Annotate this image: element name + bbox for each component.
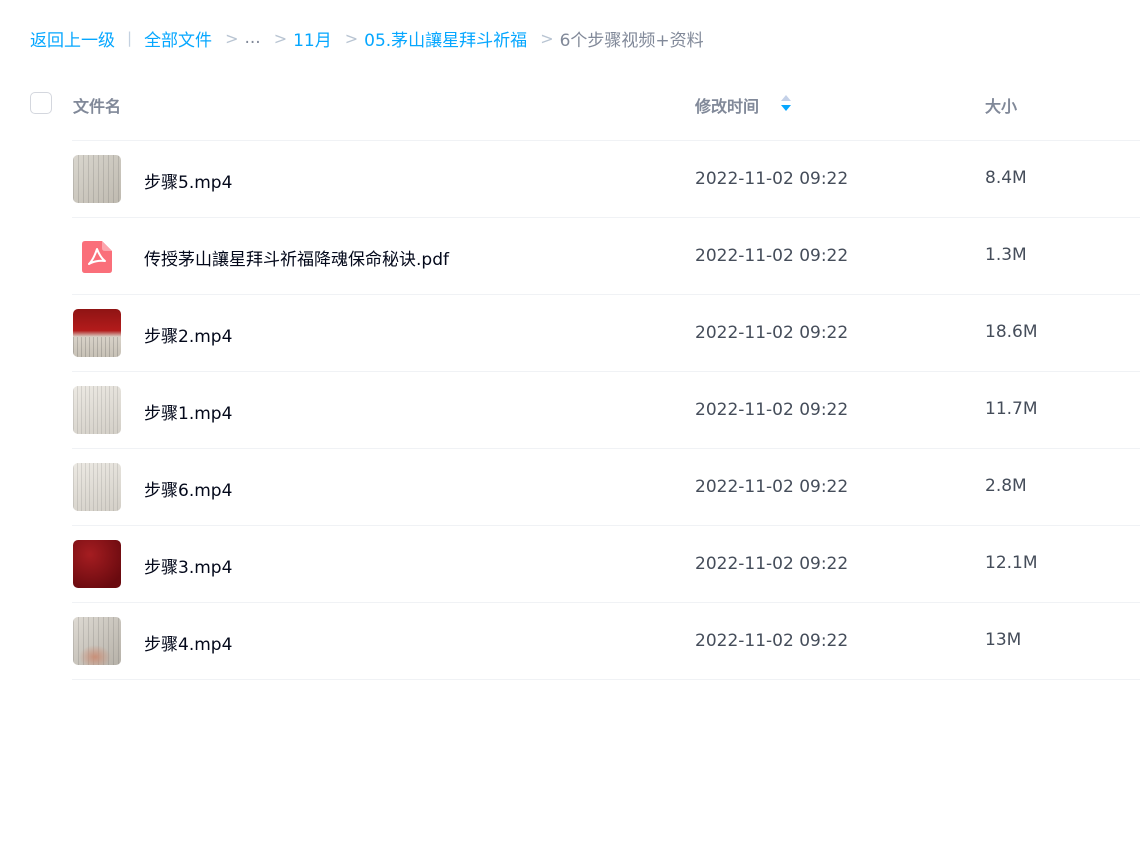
video-thumbnail: [73, 155, 121, 203]
file-row[interactable]: 步骤5.mp4 2022-11-02 09:22 8.4M: [72, 141, 1140, 218]
file-modified-time: 2022-11-02 09:22: [695, 323, 849, 343]
breadcrumb-all-files[interactable]: 全部文件: [144, 26, 212, 51]
file-modified-time: 2022-11-02 09:22: [695, 400, 849, 420]
back-link[interactable]: 返回上一级: [30, 26, 115, 51]
file-name[interactable]: 步骤2.mp4: [144, 322, 232, 347]
column-header-name: 文件名: [73, 97, 122, 116]
breadcrumb-divider: |: [127, 29, 133, 47]
breadcrumb-separator: >: [273, 28, 288, 48]
column-header-modified[interactable]: 修改时间: [695, 93, 759, 117]
file-row[interactable]: 传授茅山讓星拜斗祈福降魂保命秘诀.pdf 2022-11-02 09:22 1.…: [72, 218, 1140, 295]
file-size: 18.6M: [985, 322, 1038, 342]
file-list: 步骤5.mp4 2022-11-02 09:22 8.4M 传授茅山讓星拜斗祈福…: [72, 140, 1140, 680]
file-modified-time: 2022-11-02 09:22: [695, 169, 849, 189]
file-name[interactable]: 步骤5.mp4: [144, 168, 232, 193]
file-size: 12.1M: [985, 553, 1038, 573]
file-size: 2.8M: [985, 476, 1027, 496]
video-thumbnail: [73, 540, 121, 588]
file-modified-time: 2022-11-02 09:22: [695, 631, 849, 651]
table-header: 文件名 修改时间 大小: [0, 80, 1140, 126]
video-thumbnail: [73, 386, 121, 434]
breadcrumb-separator: >: [344, 28, 359, 48]
file-row[interactable]: 步骤1.mp4 2022-11-02 09:22 11.7M: [72, 372, 1140, 449]
file-row[interactable]: 步骤2.mp4 2022-11-02 09:22 18.6M: [72, 295, 1140, 372]
breadcrumb-separator: >: [225, 28, 239, 48]
breadcrumb-separator: >: [540, 28, 554, 48]
breadcrumb-ellipsis[interactable]: ...: [244, 28, 260, 48]
file-modified-time: 2022-11-02 09:22: [695, 246, 849, 266]
file-name[interactable]: 步骤6.mp4: [144, 476, 232, 501]
file-name[interactable]: 步骤3.mp4: [144, 553, 232, 578]
file-modified-time: 2022-11-02 09:22: [695, 477, 849, 497]
file-row[interactable]: 步骤3.mp4 2022-11-02 09:22 12.1M: [72, 526, 1140, 603]
file-name[interactable]: 步骤4.mp4: [144, 630, 232, 655]
video-thumbnail: [73, 617, 121, 665]
file-size: 8.4M: [985, 168, 1027, 188]
breadcrumb-item-month[interactable]: 11月: [293, 26, 332, 51]
file-modified-time: 2022-11-02 09:22: [695, 554, 849, 574]
file-row[interactable]: 步骤4.mp4 2022-11-02 09:22 13M: [72, 603, 1140, 680]
file-size: 1.3M: [985, 245, 1027, 265]
select-all-checkbox[interactable]: [30, 92, 52, 114]
file-size: 13M: [985, 630, 1022, 650]
video-thumbnail: [73, 309, 121, 357]
file-size: 11.7M: [985, 399, 1038, 419]
breadcrumb: 返回上一级 | 全部文件 > ... > 11月 > 05.茅山讓星拜斗祈福 >…: [30, 26, 704, 51]
video-thumbnail: [73, 463, 121, 511]
column-header-size: 大小: [985, 97, 1018, 116]
file-name[interactable]: 传授茅山讓星拜斗祈福降魂保命秘诀.pdf: [144, 245, 449, 270]
breadcrumb-current: 6个步骤视频+资料: [559, 30, 704, 51]
breadcrumb-item-folder[interactable]: 05.茅山讓星拜斗祈福: [364, 26, 527, 51]
file-row[interactable]: 步骤6.mp4 2022-11-02 09:22 2.8M: [72, 449, 1140, 526]
pdf-icon: [82, 241, 112, 273]
sort-arrows-icon[interactable]: [780, 94, 792, 112]
file-name[interactable]: 步骤1.mp4: [144, 399, 232, 424]
